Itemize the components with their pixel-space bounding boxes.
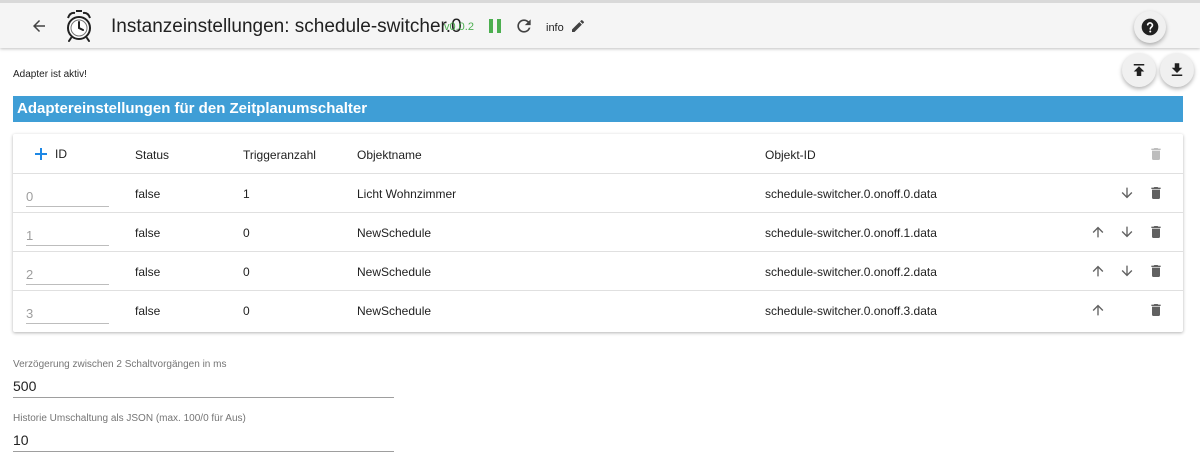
- row-status: false: [135, 187, 161, 201]
- help-button[interactable]: [1134, 11, 1166, 43]
- trash-icon: [1151, 226, 1161, 238]
- row-name: NewSchedule: [357, 265, 432, 279]
- alarm-clock-icon: [64, 9, 94, 43]
- row-triggers: 0: [243, 226, 250, 240]
- page-title: Instanzeinstellungen: schedule-switcher.…: [111, 16, 462, 37]
- app-toolbar: Instanzeinstellungen: schedule-switcher.…: [0, 0, 1200, 48]
- reload-icon: [517, 19, 531, 33]
- row-triggers: 0: [243, 304, 250, 318]
- row-object-id: schedule-switcher.0.onoff.3.data: [765, 304, 937, 318]
- row-status: false: [135, 265, 161, 279]
- table-row: false 0 NewSchedule schedule-switcher.0.…: [13, 291, 1183, 330]
- delay-field-label: Verzögerung zwischen 2 Schaltvorgängen i…: [13, 359, 227, 370]
- arrow-down-icon: [1121, 226, 1133, 238]
- delete-all-button[interactable]: [1146, 144, 1166, 164]
- move-up-button[interactable]: [1088, 222, 1108, 242]
- info-label: info: [546, 22, 564, 34]
- trash-icon: [1151, 304, 1161, 316]
- back-button[interactable]: [26, 13, 52, 39]
- delete-row-button[interactable]: [1146, 300, 1166, 320]
- row-name: Licht Wohnzimmer: [357, 187, 457, 201]
- arrow-down-icon: [1121, 265, 1133, 277]
- table-row: false 0 NewSchedule schedule-switcher.0.…: [13, 252, 1183, 291]
- row-id-input[interactable]: [26, 296, 109, 324]
- plus-icon: [35, 148, 47, 160]
- arrow-up-icon: [1092, 304, 1104, 316]
- row-id-input[interactable]: [26, 257, 109, 285]
- help-icon: [1141, 18, 1159, 36]
- delete-row-button[interactable]: [1146, 183, 1166, 203]
- row-object-id: schedule-switcher.0.onoff.1.data: [765, 226, 937, 240]
- history-field-label: Historie Umschaltung als JSON (max. 100/…: [13, 413, 246, 424]
- column-header-triggers: Triggeranzahl: [243, 148, 316, 162]
- move-down-button[interactable]: [1117, 222, 1137, 242]
- trash-icon: [1151, 187, 1161, 199]
- pause-icon: [489, 19, 501, 33]
- column-header-status: Status: [135, 148, 170, 162]
- table-header: ID Status Triggeranzahl Objektname Objek…: [13, 134, 1183, 174]
- row-status: false: [135, 304, 161, 318]
- column-header-name: Objektname: [357, 148, 422, 162]
- row-id-input[interactable]: [26, 218, 109, 246]
- download-icon: [1171, 63, 1183, 76]
- add-row-button[interactable]: [33, 146, 49, 162]
- version-label: v0.0.2: [444, 21, 474, 33]
- table-row: false 1 Licht Wohnzimmer schedule-switch…: [13, 174, 1183, 213]
- history-field: Historie Umschaltung als JSON (max. 100/…: [13, 413, 394, 452]
- trash-icon: [1151, 148, 1161, 160]
- arrow-down-icon: [1121, 187, 1133, 199]
- adapter-status-text: Adapter ist aktiv!: [13, 69, 87, 80]
- row-name: NewSchedule: [357, 304, 432, 318]
- row-name: NewSchedule: [357, 226, 432, 240]
- upload-icon: [1133, 64, 1145, 76]
- move-up-button[interactable]: [1088, 261, 1108, 281]
- move-up-button[interactable]: [1088, 300, 1108, 320]
- row-status: false: [135, 226, 161, 240]
- schedules-table: ID Status Triggeranzahl Objektname Objek…: [13, 134, 1183, 332]
- delay-input[interactable]: [13, 374, 394, 398]
- delete-row-button[interactable]: [1146, 261, 1166, 281]
- section-header: Adaptereinstellungen für den Zeitplanums…: [13, 96, 1183, 122]
- column-header-object-id: Objekt-ID: [765, 148, 816, 162]
- table-row: false 0 NewSchedule schedule-switcher.0.…: [13, 213, 1183, 252]
- arrow-up-icon: [1092, 226, 1104, 238]
- row-id-input[interactable]: [26, 179, 109, 207]
- row-triggers: 1: [243, 187, 250, 201]
- trash-icon: [1151, 265, 1161, 277]
- delete-row-button[interactable]: [1146, 222, 1166, 242]
- pause-button[interactable]: [486, 16, 504, 36]
- column-header-id: ID: [55, 147, 67, 161]
- download-button[interactable]: [1160, 53, 1194, 87]
- upload-button[interactable]: [1122, 53, 1156, 87]
- move-down-button[interactable]: [1117, 183, 1137, 203]
- edit-button[interactable]: [569, 17, 587, 35]
- history-input[interactable]: [13, 428, 394, 452]
- arrow-left-icon: [33, 20, 45, 32]
- pencil-icon: [572, 19, 585, 32]
- arrow-up-icon: [1092, 265, 1104, 277]
- row-triggers: 0: [243, 265, 250, 279]
- delay-field: Verzögerung zwischen 2 Schaltvorgängen i…: [13, 359, 394, 398]
- move-down-button[interactable]: [1117, 261, 1137, 281]
- row-object-id: schedule-switcher.0.onoff.2.data: [765, 265, 937, 279]
- row-object-id: schedule-switcher.0.onoff.0.data: [765, 187, 937, 201]
- reload-button[interactable]: [513, 15, 535, 37]
